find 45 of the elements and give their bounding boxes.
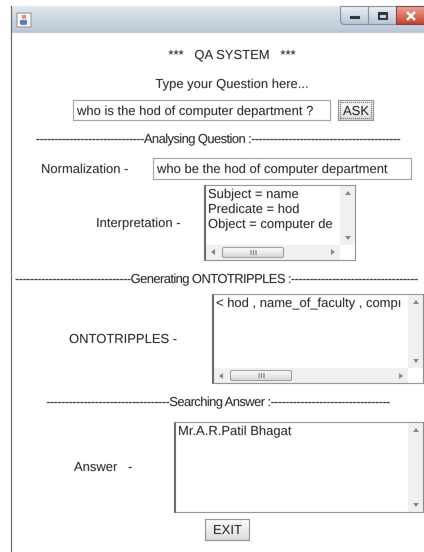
scroll-up-arrow-icon[interactable] xyxy=(344,190,352,196)
scrollbar-thumb[interactable] xyxy=(222,246,284,258)
scroll-up-arrow-icon[interactable] xyxy=(412,299,420,305)
text-line: Object = computer de xyxy=(208,216,334,230)
vertical-scrollbar[interactable] xyxy=(408,295,423,368)
minimize-button[interactable] xyxy=(340,6,369,25)
horizontal-scrollbar[interactable] xyxy=(206,244,340,260)
section-divider: -------------------------------Generating ONTOTRIPPLES :---------------------------------- xyxy=(15,270,418,288)
normalization-field[interactable]: who be the hod of computer department xyxy=(153,158,412,180)
coffee-cup-icon xyxy=(16,12,32,28)
scroll-left-arrow-icon[interactable] xyxy=(210,248,216,256)
field-label: Answer - xyxy=(74,458,134,476)
scroll-down-arrow-icon[interactable] xyxy=(412,358,420,364)
section-divider: ---------------------------------Searching Answer :-------------------------------- xyxy=(46,393,390,411)
section-divider: -----------------------------Analysing Question :---------------------------------------- xyxy=(36,130,400,148)
prompt-text: Type your Question here... xyxy=(155,74,309,93)
field-label: Normalization - xyxy=(41,160,130,178)
app-heading: *** QA SYSTEM *** xyxy=(168,46,296,64)
scroll-up-arrow-icon[interactable] xyxy=(412,426,420,432)
text-line: < hod , name_of_faculty , compı xyxy=(216,295,402,310)
close-button[interactable] xyxy=(396,6,424,25)
text-line: Mr.A.R.Patil Bhagat xyxy=(178,422,292,438)
text-area[interactable]: Subject = name Predicate = hod Object = computer de xyxy=(204,184,356,260)
scroll-down-arrow-icon[interactable] xyxy=(412,502,420,508)
vertical-scrollbar[interactable] xyxy=(408,422,423,512)
close-icon xyxy=(404,10,416,20)
field-label: Interpretation - xyxy=(96,214,182,232)
minimize-icon xyxy=(350,16,360,19)
scroll-down-arrow-icon[interactable] xyxy=(344,234,352,240)
scroll-right-arrow-icon[interactable] xyxy=(330,248,336,256)
exit-button[interactable]: EXIT xyxy=(205,518,250,540)
field-label: ONTOTRIPPLES - xyxy=(69,330,178,348)
text-area[interactable]: Mr.A.R.Patil Bhagat xyxy=(174,422,424,512)
scrollbar-thumb[interactable] xyxy=(230,370,292,381)
scroll-left-arrow-icon[interactable] xyxy=(218,372,224,380)
ask-button[interactable]: ASK xyxy=(338,100,374,121)
horizontal-scrollbar[interactable] xyxy=(214,368,408,383)
scroll-right-arrow-icon[interactable] xyxy=(398,372,404,380)
question-field[interactable]: who is the hod of computer department ? xyxy=(73,100,331,121)
text-area[interactable]: < hod , name_of_faculty , compı xyxy=(212,294,424,384)
maximize-button[interactable] xyxy=(369,6,396,25)
maximize-icon xyxy=(378,12,388,20)
text-line: Subject = name xyxy=(208,186,300,200)
vertical-scrollbar[interactable] xyxy=(340,186,355,244)
text-line: Predicate = hod xyxy=(208,200,300,216)
